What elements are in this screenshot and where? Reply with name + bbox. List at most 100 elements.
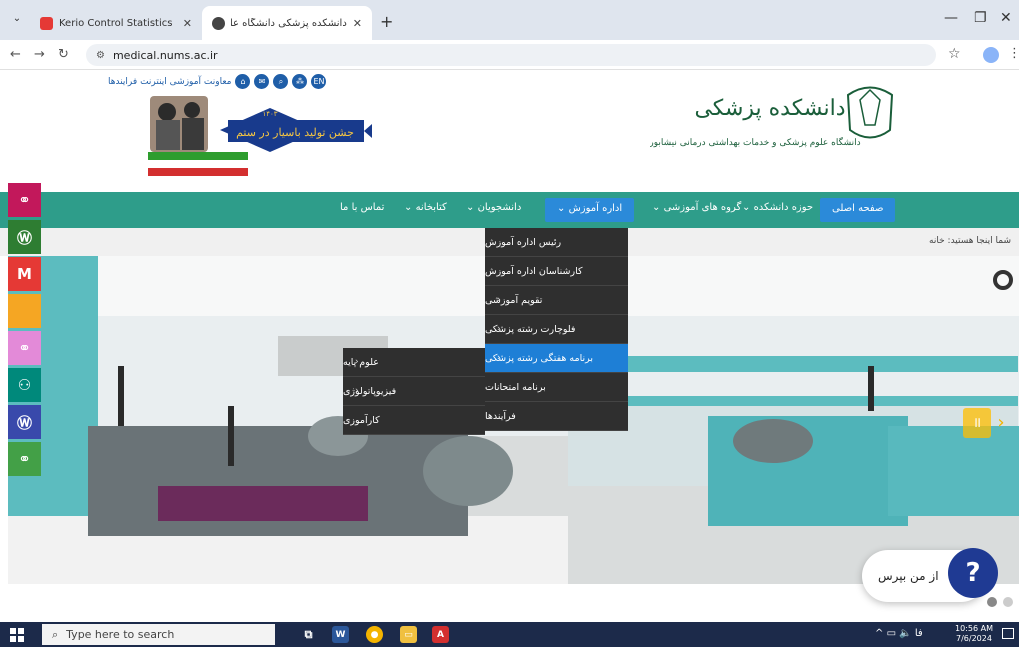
site-favicon-icon <box>212 16 225 30</box>
maximize-button[interactable]: ❐ <box>974 10 987 26</box>
dropdown-item[interactable]: فرآیندها <box>485 402 628 431</box>
nav-library-label: کتابخانه <box>415 202 447 213</box>
chevron-up-icon[interactable]: ^ <box>875 628 883 639</box>
tab-title: Kerio Control Statistics <box>59 17 173 29</box>
sitemap-icon[interactable]: ⁂ <box>292 74 308 89</box>
link-icon[interactable]: ⚭ <box>8 331 41 365</box>
acrobat-icon[interactable]: A <box>432 626 449 643</box>
year-slogan-banner: جشن تولید باسیار در ستم ۱۴۰۳ <box>148 96 372 176</box>
nav-faculty[interactable]: ⌄ حوزه دانشکده <box>742 202 813 213</box>
chevron-down-icon: ⌄ <box>404 202 416 213</box>
back-arrow-icon[interactable]: ← <box>10 47 21 62</box>
dropdown-item-label: تقویم آموزشی <box>485 294 543 306</box>
submenu-item-label: کارآموزی <box>343 414 380 426</box>
browser-tab-bar: ⌄ Kerio Control Statistics ✕ دانشکده پزش… <box>0 0 1019 40</box>
notification-icon[interactable] <box>1002 628 1014 639</box>
search-icon: ⌕ <box>52 627 59 641</box>
nav-faculty-label: حوزه دانشکده <box>753 202 814 213</box>
site-settings-icon[interactable]: ⚙ <box>96 50 105 61</box>
submenu-item[interactable]: فیزیوپاتولوژی ‹ <box>343 377 485 406</box>
slider-dot[interactable] <box>987 597 997 607</box>
dropdown-item[interactable]: برنامه امتحانات <box>485 373 628 402</box>
submenu-item[interactable]: علوم پایه ‹ <box>343 348 485 377</box>
network-icon[interactable]: ▭ <box>887 628 896 639</box>
group-icon[interactable]: ⚇ <box>8 368 41 402</box>
file-explorer-icon[interactable]: ▭ <box>400 626 417 643</box>
search-icon[interactable]: ⌕ <box>273 74 289 89</box>
question-icon[interactable]: ? <box>948 548 998 598</box>
education-office-dropdown: رئیس اداره آموزش کارشناسان اداره آموزش ت… <box>485 228 628 431</box>
wordpress-icon[interactable]: Ⓦ <box>8 405 41 439</box>
wordpress-icon[interactable]: Ⓦ <box>8 220 41 254</box>
browser-menu-icon[interactable]: ⋮ <box>1008 46 1019 61</box>
emblem-title: جشن تولید باسیار در ستم <box>236 126 354 139</box>
mail-icon[interactable]: ✉ <box>254 74 270 89</box>
tab-title: دانشکده پزشکی دانشگاه علوم پز <box>231 17 347 29</box>
tab-medical[interactable]: دانشکده پزشکی دانشگاه علوم پز ✕ <box>202 6 372 40</box>
profile-avatar-icon[interactable] <box>983 47 999 63</box>
taskbar-search[interactable]: ⌕ Type here to search <box>42 624 275 645</box>
close-window-button[interactable]: ✕ <box>1000 10 1012 26</box>
chevron-left-icon: ‹ <box>355 357 359 367</box>
emblem-year: ۱۴۰۳ <box>262 110 277 118</box>
nav-students[interactable]: ⌄ دانشجویان <box>466 202 521 213</box>
nav-contact[interactable]: تماس با ما <box>340 202 384 213</box>
clock-time: 10:56 AM <box>955 624 993 633</box>
weekly-program-submenu: علوم پایه ‹ فیزیوپاتولوژی ‹ کارآموزی <box>343 348 485 435</box>
nav-education-label: اداره آموزش <box>568 203 623 214</box>
windows-start-icon[interactable] <box>10 628 24 642</box>
slider-dot[interactable] <box>1003 597 1013 607</box>
dropdown-item[interactable]: کارشناسان اداره آموزش <box>485 257 628 286</box>
word-icon[interactable]: W <box>332 626 349 643</box>
tab-search-chevron-icon[interactable]: ⌄ <box>8 10 26 28</box>
dropdown-item-active[interactable]: برنامه هفتگی رشته پزشکی ‹ <box>485 344 628 373</box>
faculty-logo: دانشکده پزشکی دانشگاه علوم پزشکی و خدمات… <box>648 75 910 175</box>
slider-next-button[interactable]: › <box>991 408 1011 438</box>
m-icon[interactable]: M <box>8 257 41 291</box>
dropdown-item-label: فرآیندها <box>485 410 516 422</box>
dropdown-item[interactable]: فلوچارت رشته پزشکی ‹ <box>485 315 628 344</box>
new-tab-button[interactable]: + <box>380 12 393 31</box>
ask-me-label: از من بپرس <box>878 569 939 583</box>
tab-kerio[interactable]: Kerio Control Statistics ✕ <box>30 6 202 40</box>
slider-indicator-icon[interactable] <box>993 270 1013 290</box>
minimize-button[interactable]: — <box>944 10 958 26</box>
dropdown-item[interactable]: رئیس اداره آموزش <box>485 228 628 257</box>
system-tray[interactable]: ^ ▭ 🔈 فا <box>875 628 923 639</box>
english-site-icon[interactable]: EN <box>311 74 327 89</box>
clock-date: 7/6/2024 <box>956 634 992 643</box>
nav-library[interactable]: ⌄ کتابخانه <box>404 202 447 213</box>
clock[interactable]: 10:56 AM 7/6/2024 <box>955 624 993 644</box>
reload-icon[interactable]: ↻ <box>58 47 69 62</box>
tab-close-icon[interactable]: ✕ <box>183 17 192 30</box>
nav-education-office[interactable]: ⌄ اداره آموزش <box>545 198 635 222</box>
forward-arrow-icon[interactable]: → <box>34 47 45 62</box>
task-view-icon[interactable]: ⧉ <box>300 626 317 643</box>
submenu-item[interactable]: کارآموزی <box>343 406 485 435</box>
site-header: معاونت آموزشی اینترنت فرایندها ⌂ ✉ ⌕ ⁂ E… <box>0 70 1019 192</box>
nav-home[interactable]: صفحه اصلی <box>820 198 896 222</box>
chevron-down-icon: ⌄ <box>557 203 569 214</box>
kerio-favicon-icon <box>40 16 53 30</box>
link-icon[interactable]: ⚭ <box>8 183 41 217</box>
slider-pause-button[interactable]: ॥ <box>963 408 991 438</box>
link-icon[interactable]: ⚭ <box>8 442 41 476</box>
bookmark-star-icon[interactable]: ☆ <box>948 46 961 62</box>
chevron-down-icon: ⌄ <box>742 202 754 213</box>
nav-departments[interactable]: ⌄ گروه های آموزشی <box>652 202 741 213</box>
dropdown-item[interactable]: تقویم آموزشی ‹ <box>485 286 628 315</box>
volume-icon[interactable]: 🔈 <box>899 628 911 639</box>
blank-icon[interactable] <box>8 294 41 328</box>
tab-close-icon[interactable]: ✕ <box>353 17 362 30</box>
language-indicator[interactable]: فا <box>915 628 923 639</box>
top-link-text[interactable]: معاونت آموزشی اینترنت فرایندها <box>108 77 231 87</box>
url-field[interactable]: ⚙ medical.nums.ac.ir <box>86 44 936 66</box>
chrome-icon[interactable]: ● <box>366 626 383 643</box>
dropdown-item-label: برنامه امتحانات <box>485 381 546 393</box>
submenu-item-label: علوم پایه <box>343 356 379 368</box>
submenu-item-label: فیزیوپاتولوژی <box>343 385 397 397</box>
chevron-down-icon: ⌄ <box>466 202 478 213</box>
main-nav: صفحه اصلی ⌄ حوزه دانشکده ⌄ گروه های آموز… <box>0 192 1019 228</box>
dropdown-item-label: برنامه هفتگی رشته پزشکی <box>485 352 594 364</box>
home-icon[interactable]: ⌂ <box>235 74 251 89</box>
